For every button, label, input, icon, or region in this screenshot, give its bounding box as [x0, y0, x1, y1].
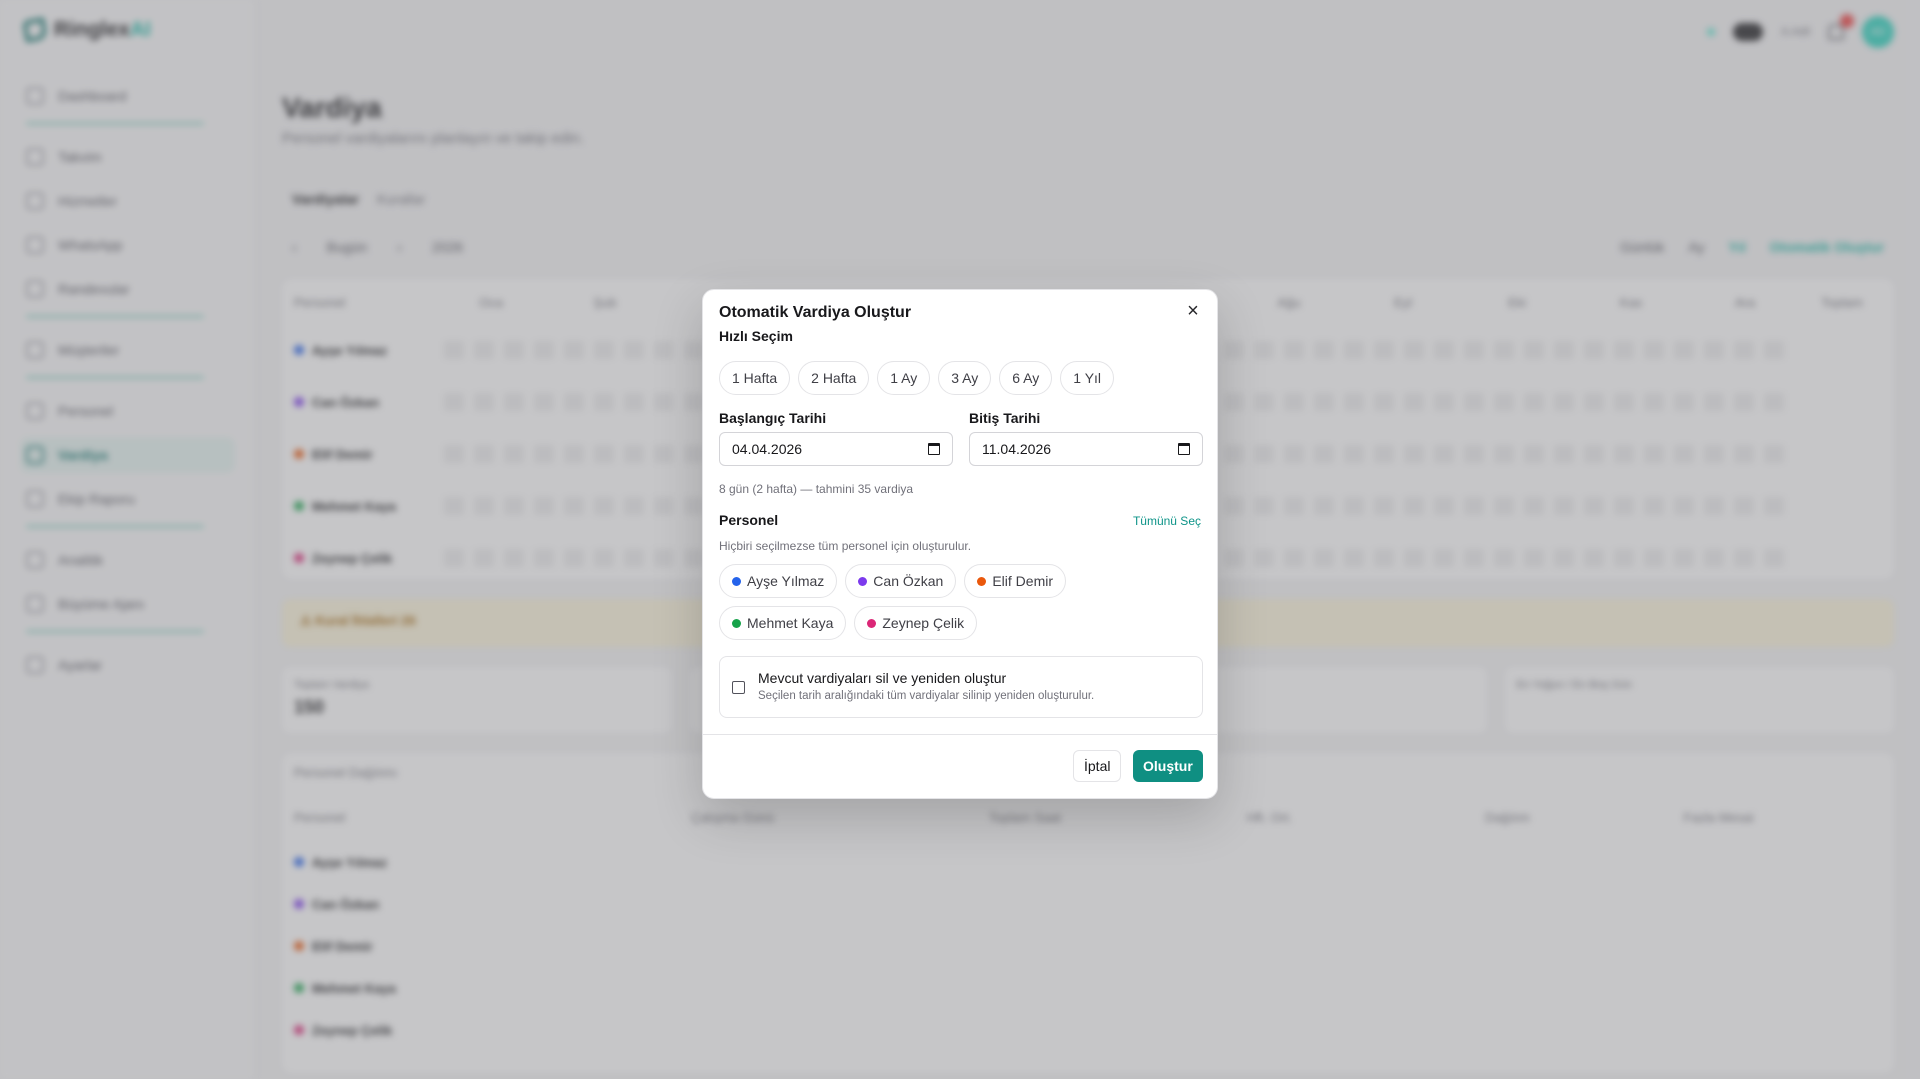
- modal-title: Otomatik Vardiya Oluştur: [719, 304, 912, 321]
- staff-color-dot: [732, 618, 741, 628]
- calendar-icon[interactable]: [1178, 443, 1190, 455]
- end-date-label: Bitiş Tarihi: [969, 410, 1041, 426]
- staff-chip-zeynep-celik[interactable]: Zeynep Çelik: [854, 606, 978, 640]
- create-button[interactable]: Oluştur: [1133, 750, 1203, 782]
- quick-1-week-button[interactable]: 1 Hafta: [719, 361, 791, 395]
- quick-3-months-button[interactable]: 3 Ay: [938, 361, 992, 395]
- quick-6-months-button[interactable]: 6 Ay: [999, 361, 1053, 395]
- overwrite-title: Mevcut vardiyaları sil ve yeniden oluştu…: [758, 670, 1007, 686]
- personnel-label: Personel: [719, 512, 779, 528]
- date-range-summary: 8 gün (2 hafta) — tahmini 35 vardiya: [719, 482, 914, 496]
- quick-select-chips: 1 Hafta 2 Hafta 1 Ay 3 Ay 6 Ay 1 Yıl: [719, 361, 1115, 395]
- end-date-input[interactable]: 11.04.2026: [969, 432, 1203, 466]
- auto-shift-modal: Otomatik Vardiya Oluştur × Hızlı Seçim 1…: [702, 289, 1218, 799]
- overwrite-option[interactable]: Mevcut vardiyaları sil ve yeniden oluştu…: [719, 656, 1203, 718]
- overwrite-checkbox[interactable]: [732, 681, 745, 694]
- staff-chip-ayse-yilmaz[interactable]: Ayşe Yılmaz: [719, 564, 838, 598]
- overwrite-description: Seçilen tarih aralığındaki tüm vardiyala…: [758, 690, 1095, 702]
- staff-chip-mehmet-kaya[interactable]: Mehmet Kaya: [719, 606, 847, 640]
- staff-chips-row-2: Mehmet Kaya Zeynep Çelik: [719, 606, 978, 640]
- staff-color-dot: [732, 576, 741, 586]
- end-date-value: 11.04.2026: [982, 441, 1052, 457]
- close-icon[interactable]: ×: [1183, 301, 1203, 322]
- quick-1-year-button[interactable]: 1 Yıl: [1060, 361, 1115, 395]
- personnel-hint: Hiçbiri seçilmezse tüm personel için olu…: [719, 539, 972, 553]
- start-date-value: 04.04.2026: [732, 441, 803, 457]
- staff-color-dot: [977, 576, 987, 586]
- start-date-input[interactable]: 04.04.2026: [719, 432, 953, 466]
- start-date-label: Başlangıç Tarihi: [719, 410, 827, 426]
- quick-2-weeks-button[interactable]: 2 Hafta: [798, 361, 870, 395]
- cancel-button[interactable]: İptal: [1073, 750, 1122, 782]
- staff-color-dot: [867, 618, 877, 628]
- staff-chip-can-ozkan[interactable]: Can Özkan: [845, 564, 957, 598]
- quick-select-label: Hızlı Seçim: [719, 328, 793, 344]
- select-all-link[interactable]: Tümünü Seç: [1133, 514, 1201, 528]
- staff-chip-elif-demir[interactable]: Elif Demir: [964, 564, 1067, 598]
- staff-color-dot: [858, 576, 868, 586]
- staff-chips-row-1: Ayşe Yılmaz Can Özkan Elif Demir: [719, 564, 1067, 598]
- footer-divider: [703, 734, 1217, 735]
- calendar-icon[interactable]: [928, 443, 940, 455]
- quick-1-month-button[interactable]: 1 Ay: [877, 361, 931, 395]
